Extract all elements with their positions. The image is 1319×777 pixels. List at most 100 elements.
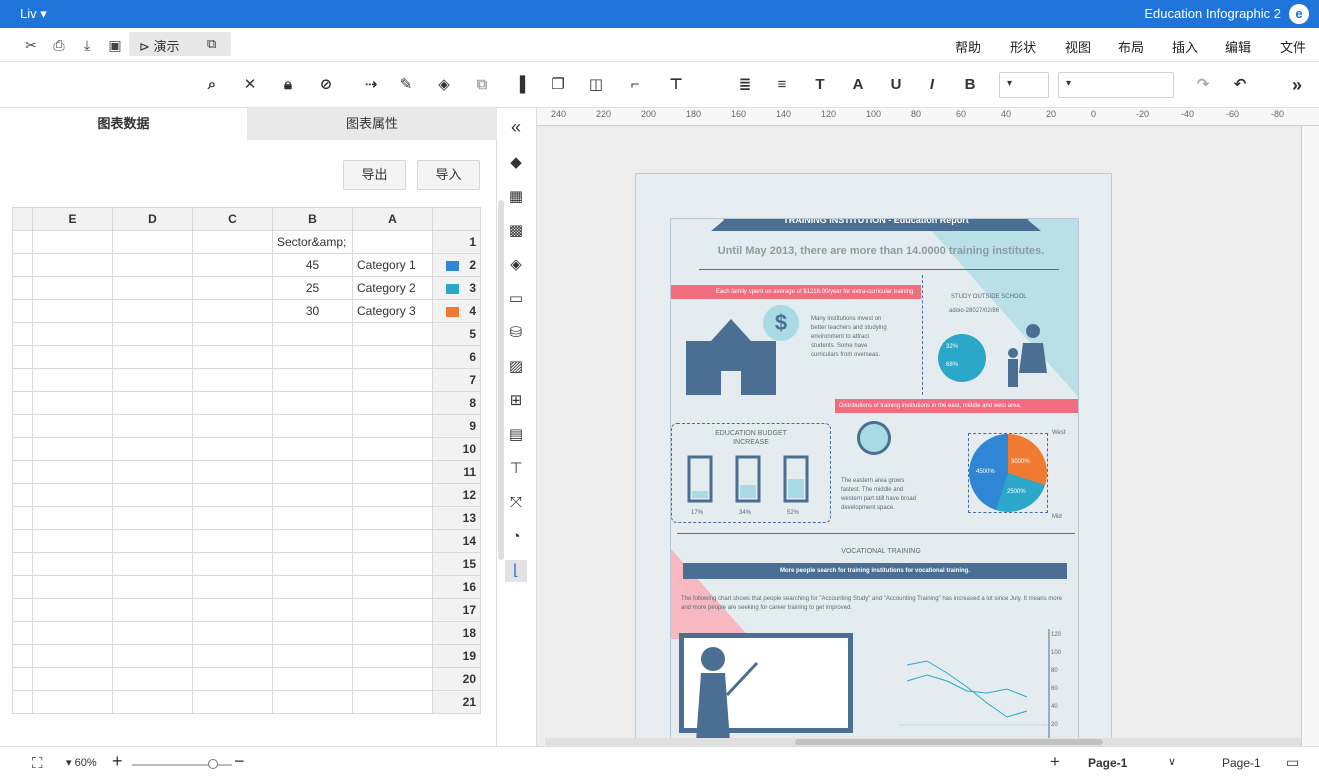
line-spacing-icon[interactable]: ≣ bbox=[732, 75, 758, 95]
globe-text[interactable]: The eastern area grows fastest. The midd… bbox=[841, 477, 921, 513]
budget-title[interactable]: EDUCATION BUDGET INCREASE bbox=[701, 429, 801, 447]
row-scroll-cell[interactable] bbox=[12, 253, 33, 277]
print-icon[interactable]: ⎙ bbox=[50, 36, 68, 54]
column-header[interactable]: C bbox=[192, 207, 273, 231]
series-color-swatch[interactable] bbox=[446, 260, 460, 271]
table-cell[interactable] bbox=[112, 552, 193, 576]
table-cell[interactable] bbox=[32, 621, 113, 645]
zoom-slider-handle[interactable] bbox=[208, 759, 218, 769]
table-cell[interactable] bbox=[352, 552, 433, 576]
table-row[interactable]: 19 bbox=[12, 644, 481, 668]
table-cell[interactable] bbox=[192, 621, 273, 645]
table-row[interactable]: 10 bbox=[12, 437, 481, 461]
row-number[interactable]: 5 bbox=[432, 322, 481, 346]
table-cell[interactable] bbox=[32, 230, 113, 254]
format-icon[interactable]: ⊤ bbox=[505, 458, 527, 480]
table-cell[interactable] bbox=[272, 690, 353, 714]
table-cell[interactable] bbox=[192, 552, 273, 576]
row-scroll-cell[interactable] bbox=[12, 644, 33, 668]
table-cell[interactable] bbox=[32, 437, 113, 461]
table-cell[interactable] bbox=[352, 575, 433, 599]
line-chart[interactable] bbox=[897, 629, 1067, 746]
table-row[interactable]: 13 bbox=[12, 506, 481, 530]
table-cell[interactable] bbox=[272, 529, 353, 553]
page-dropdown-icon[interactable]: ∨ bbox=[1168, 755, 1176, 768]
table-cell[interactable]: 45 bbox=[272, 253, 353, 277]
export-icon[interactable]: ⤓ bbox=[78, 36, 96, 54]
zoom-select[interactable]: ▾ 60% bbox=[66, 756, 97, 769]
table-cell[interactable] bbox=[192, 644, 273, 668]
table-cell[interactable] bbox=[112, 230, 193, 254]
present-button[interactable]: ⊳ 演示 ⧉ bbox=[129, 32, 231, 56]
table-row[interactable]: 30 Category 3 4 bbox=[12, 299, 481, 323]
history-icon[interactable]: ◔ bbox=[505, 526, 527, 548]
table-row[interactable]: 18 bbox=[12, 621, 481, 645]
menu-file[interactable]: 文件 bbox=[1280, 37, 1306, 56]
table-cell[interactable]: Sector&amp; bbox=[272, 230, 353, 254]
table-cell[interactable] bbox=[272, 644, 353, 668]
export-button[interactable]: 导出 bbox=[343, 160, 406, 190]
table-cell[interactable] bbox=[352, 483, 433, 507]
canvas[interactable]: 240 220 200 180 160 140 120 100 80 60 40 20 0 -20 -40-… bbox=[537, 108, 1319, 746]
table-cell[interactable] bbox=[352, 345, 433, 369]
row-number[interactable]: 9 bbox=[432, 414, 481, 438]
table-cell[interactable] bbox=[272, 575, 353, 599]
data-grid[interactable]: E D C B A Sector&amp; 1 45 Category 1 2 25 Cat… bbox=[12, 207, 481, 714]
table-cell[interactable] bbox=[112, 667, 193, 691]
page-label[interactable]: Page-1 bbox=[1222, 756, 1261, 770]
layout-icon[interactable]: ▤ bbox=[505, 424, 527, 446]
menu-help[interactable]: 帮助 bbox=[955, 37, 981, 56]
connector-icon[interactable]: ⌐ bbox=[622, 75, 648, 95]
table-cell[interactable] bbox=[32, 391, 113, 415]
column-header[interactable]: B bbox=[272, 207, 353, 231]
row-number[interactable]: 3 bbox=[432, 276, 481, 300]
table-cell[interactable] bbox=[112, 506, 193, 530]
row-scroll-cell[interactable] bbox=[12, 299, 33, 323]
tab-chart-properties[interactable]: 图表属性 bbox=[247, 108, 497, 140]
row-number[interactable]: 7 bbox=[432, 368, 481, 392]
table-cell[interactable] bbox=[272, 345, 353, 369]
infographic-poster[interactable]: TRAINING INSTITUTION - Education Report … bbox=[670, 218, 1079, 746]
table-cell[interactable] bbox=[112, 483, 193, 507]
text-style-icon[interactable]: T bbox=[810, 75, 830, 95]
font-color-icon[interactable]: A bbox=[848, 75, 868, 95]
invest-text[interactable]: Many institutions invest on better teach… bbox=[811, 315, 895, 360]
edit-shape-icon[interactable]: ▦ bbox=[505, 186, 527, 208]
table-cell[interactable] bbox=[112, 437, 193, 461]
column-header[interactable]: A bbox=[352, 207, 433, 231]
table-cell[interactable] bbox=[32, 667, 113, 691]
table-row[interactable]: 8 bbox=[12, 391, 481, 415]
table-cell[interactable] bbox=[32, 253, 113, 277]
chart-icon[interactable]: ⌊ bbox=[505, 560, 527, 582]
lock-icon[interactable]: 🔒︎ bbox=[278, 75, 298, 95]
table-cell[interactable] bbox=[272, 437, 353, 461]
menu-edit[interactable]: 编辑 bbox=[1225, 37, 1251, 56]
table-cell[interactable] bbox=[272, 483, 353, 507]
row-number[interactable]: 16 bbox=[432, 575, 481, 599]
table-cell[interactable] bbox=[352, 391, 433, 415]
fullscreen-icon[interactable]: ⛶ bbox=[32, 755, 43, 772]
database-icon[interactable]: ⛁ bbox=[505, 322, 527, 344]
table-cell[interactable] bbox=[192, 391, 273, 415]
page[interactable]: TRAINING INSTITUTION - Education Report … bbox=[635, 173, 1112, 746]
table-cell[interactable] bbox=[192, 437, 273, 461]
table-cell[interactable] bbox=[352, 437, 433, 461]
table-cell[interactable] bbox=[192, 345, 273, 369]
add-page-icon[interactable]: + bbox=[1050, 752, 1060, 772]
page-panel-icon[interactable]: ▭ bbox=[1286, 754, 1299, 771]
zoom-out-icon[interactable]: − bbox=[234, 751, 245, 772]
table-cell[interactable] bbox=[192, 322, 273, 346]
table-row[interactable]: 12 bbox=[12, 483, 481, 507]
table-cell[interactable] bbox=[112, 345, 193, 369]
row-scroll-cell[interactable] bbox=[12, 460, 33, 484]
table-row[interactable]: 20 bbox=[12, 667, 481, 691]
table-cell[interactable] bbox=[192, 529, 273, 553]
table-cell[interactable] bbox=[272, 460, 353, 484]
row-scroll-cell[interactable] bbox=[12, 414, 33, 438]
table-cell[interactable] bbox=[352, 506, 433, 530]
menu-insert[interactable]: 插入 bbox=[1172, 37, 1198, 56]
row-scroll-cell[interactable] bbox=[12, 322, 33, 346]
row-scroll-cell[interactable] bbox=[12, 230, 33, 254]
align-icon[interactable]: ▐ bbox=[510, 75, 530, 95]
table-cell[interactable] bbox=[112, 299, 193, 323]
